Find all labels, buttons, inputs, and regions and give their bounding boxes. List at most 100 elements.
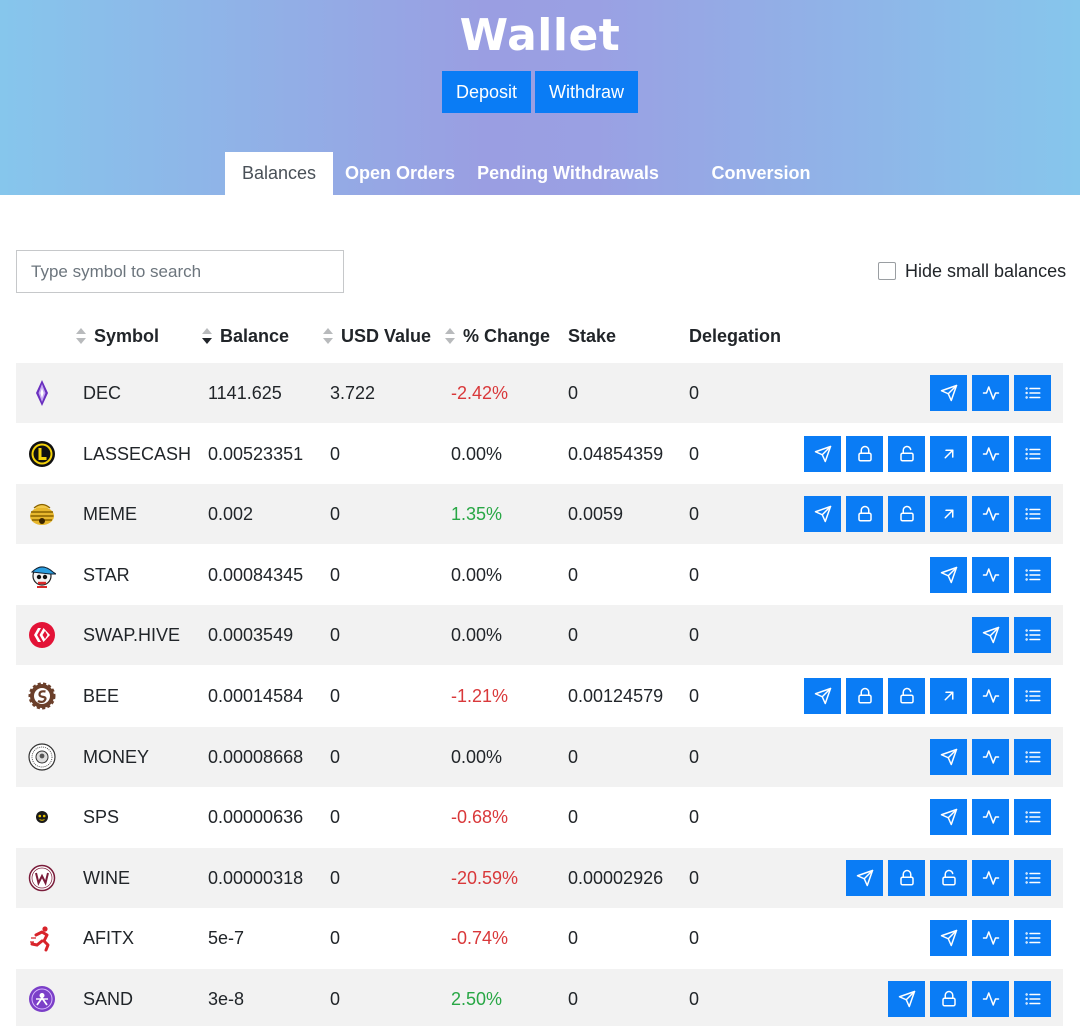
send-icon <box>940 748 958 766</box>
chart-button[interactable] <box>972 981 1009 1017</box>
history-button[interactable] <box>1014 799 1051 836</box>
chart-button[interactable] <box>972 375 1009 411</box>
hide-small-balances-checkbox[interactable] <box>878 262 896 280</box>
stake-button[interactable] <box>846 435 883 472</box>
history-button[interactable] <box>1014 375 1051 411</box>
afitx-runner-icon <box>28 924 56 952</box>
withdraw-button[interactable]: Withdraw <box>535 71 638 113</box>
sort-descending-icon <box>202 328 212 344</box>
change-cell: 0.00% <box>451 564 503 585</box>
arrow-up-right-icon <box>940 505 958 523</box>
history-button[interactable] <box>1014 617 1051 654</box>
sort-both-icon <box>445 328 455 344</box>
send-button[interactable] <box>804 678 841 714</box>
history-button[interactable] <box>1014 435 1051 472</box>
history-button[interactable] <box>1014 496 1051 533</box>
usd-value-cell: 0 <box>330 746 341 767</box>
list-icon <box>1024 687 1042 705</box>
send-button[interactable] <box>930 799 967 836</box>
chart-button[interactable] <box>972 496 1009 533</box>
change-cell: 0.00% <box>451 746 503 767</box>
stake-cell: 0 <box>568 989 579 1009</box>
symbol-cell: MONEY <box>83 746 150 767</box>
lock-icon <box>856 445 874 463</box>
unlock-icon <box>898 687 916 705</box>
send-button[interactable] <box>930 556 967 593</box>
send-icon <box>982 626 1000 644</box>
hide-small-balances-label: Hide small balances <box>905 260 1067 281</box>
hide-small-balances-toggle[interactable]: Hide small balances <box>878 259 1066 283</box>
star-character-icon <box>28 561 58 589</box>
column-header-change[interactable]: % Change <box>445 324 550 348</box>
unstake-button[interactable] <box>888 496 925 533</box>
send-button[interactable] <box>972 617 1009 654</box>
page-title: Wallet <box>459 10 621 61</box>
delegation-cell: 0 <box>689 443 700 464</box>
symbol-search-input[interactable] <box>16 250 344 293</box>
stake-button[interactable] <box>846 678 883 714</box>
symbol-cell: SWAP.HIVE <box>83 625 181 646</box>
send-button[interactable] <box>804 496 841 533</box>
send-icon <box>814 687 832 705</box>
send-button[interactable] <box>846 859 883 896</box>
column-header-symbol[interactable]: Symbol <box>76 324 159 348</box>
delegate-button[interactable] <box>930 435 967 472</box>
change-cell: -0.68% <box>451 807 509 828</box>
send-icon <box>814 445 832 463</box>
delegate-button[interactable] <box>930 678 967 714</box>
unstake-button[interactable] <box>888 678 925 714</box>
history-button[interactable] <box>1014 556 1051 593</box>
stake-button[interactable] <box>846 496 883 533</box>
tab-open-orders[interactable]: Open Orders <box>344 152 456 195</box>
history-button[interactable] <box>1014 859 1051 896</box>
chart-button[interactable] <box>972 859 1009 896</box>
send-button[interactable] <box>804 435 841 472</box>
history-button[interactable] <box>1014 920 1051 957</box>
send-button[interactable] <box>930 375 967 411</box>
usd-value-cell: 0 <box>330 564 341 585</box>
history-button[interactable] <box>1014 981 1051 1017</box>
delegation-cell: 0 <box>689 504 700 525</box>
balance-cell: 0.00000636 <box>208 807 304 828</box>
list-icon <box>1024 626 1042 644</box>
deposit-button[interactable]: Deposit <box>442 71 531 113</box>
list-icon <box>1024 929 1042 947</box>
symbol-cell: BEE <box>83 686 120 706</box>
unstake-button[interactable] <box>930 859 967 896</box>
table-row: MEME 0.002 0 1.35% 0.0059 0 <box>16 484 1063 545</box>
usd-value-cell: 0 <box>330 625 341 646</box>
tab-conversion-history[interactable]: Conversion History <box>678 152 844 226</box>
stake-cell: 0 <box>568 807 579 828</box>
change-cell: -2.42% <box>451 383 509 403</box>
send-button[interactable] <box>888 981 925 1017</box>
chart-button[interactable] <box>972 435 1009 472</box>
chart-button[interactable] <box>972 799 1009 836</box>
chart-button[interactable] <box>972 920 1009 957</box>
bee-gear-icon <box>28 682 56 710</box>
row-actions <box>930 799 1051 836</box>
stake-button[interactable] <box>888 859 925 896</box>
row-actions <box>804 678 1051 714</box>
unstake-button[interactable] <box>888 435 925 472</box>
stake-button[interactable] <box>930 981 967 1017</box>
delegate-button[interactable] <box>930 496 967 533</box>
row-actions <box>804 435 1051 472</box>
chart-button[interactable] <box>972 738 1009 775</box>
usd-value-cell: 0 <box>330 686 341 706</box>
delegation-cell: 0 <box>689 383 700 403</box>
chart-button[interactable] <box>972 556 1009 593</box>
tab-balances[interactable]: Balances <box>225 152 333 195</box>
balance-cell: 5e-7 <box>208 928 245 949</box>
history-button[interactable] <box>1014 738 1051 775</box>
send-icon <box>940 808 958 826</box>
tab-pending-withdrawals[interactable]: Pending Withdrawals <box>476 152 660 195</box>
column-header-balance[interactable]: Balance <box>202 324 289 348</box>
chart-button[interactable] <box>972 678 1009 714</box>
stake-cell: 0 <box>568 746 579 767</box>
send-button[interactable] <box>930 920 967 957</box>
column-header-usd-value[interactable]: USD Value <box>323 324 431 348</box>
meme-hive-icon <box>28 500 56 528</box>
money-seal-icon <box>28 742 56 771</box>
history-button[interactable] <box>1014 678 1051 714</box>
send-button[interactable] <box>930 738 967 775</box>
